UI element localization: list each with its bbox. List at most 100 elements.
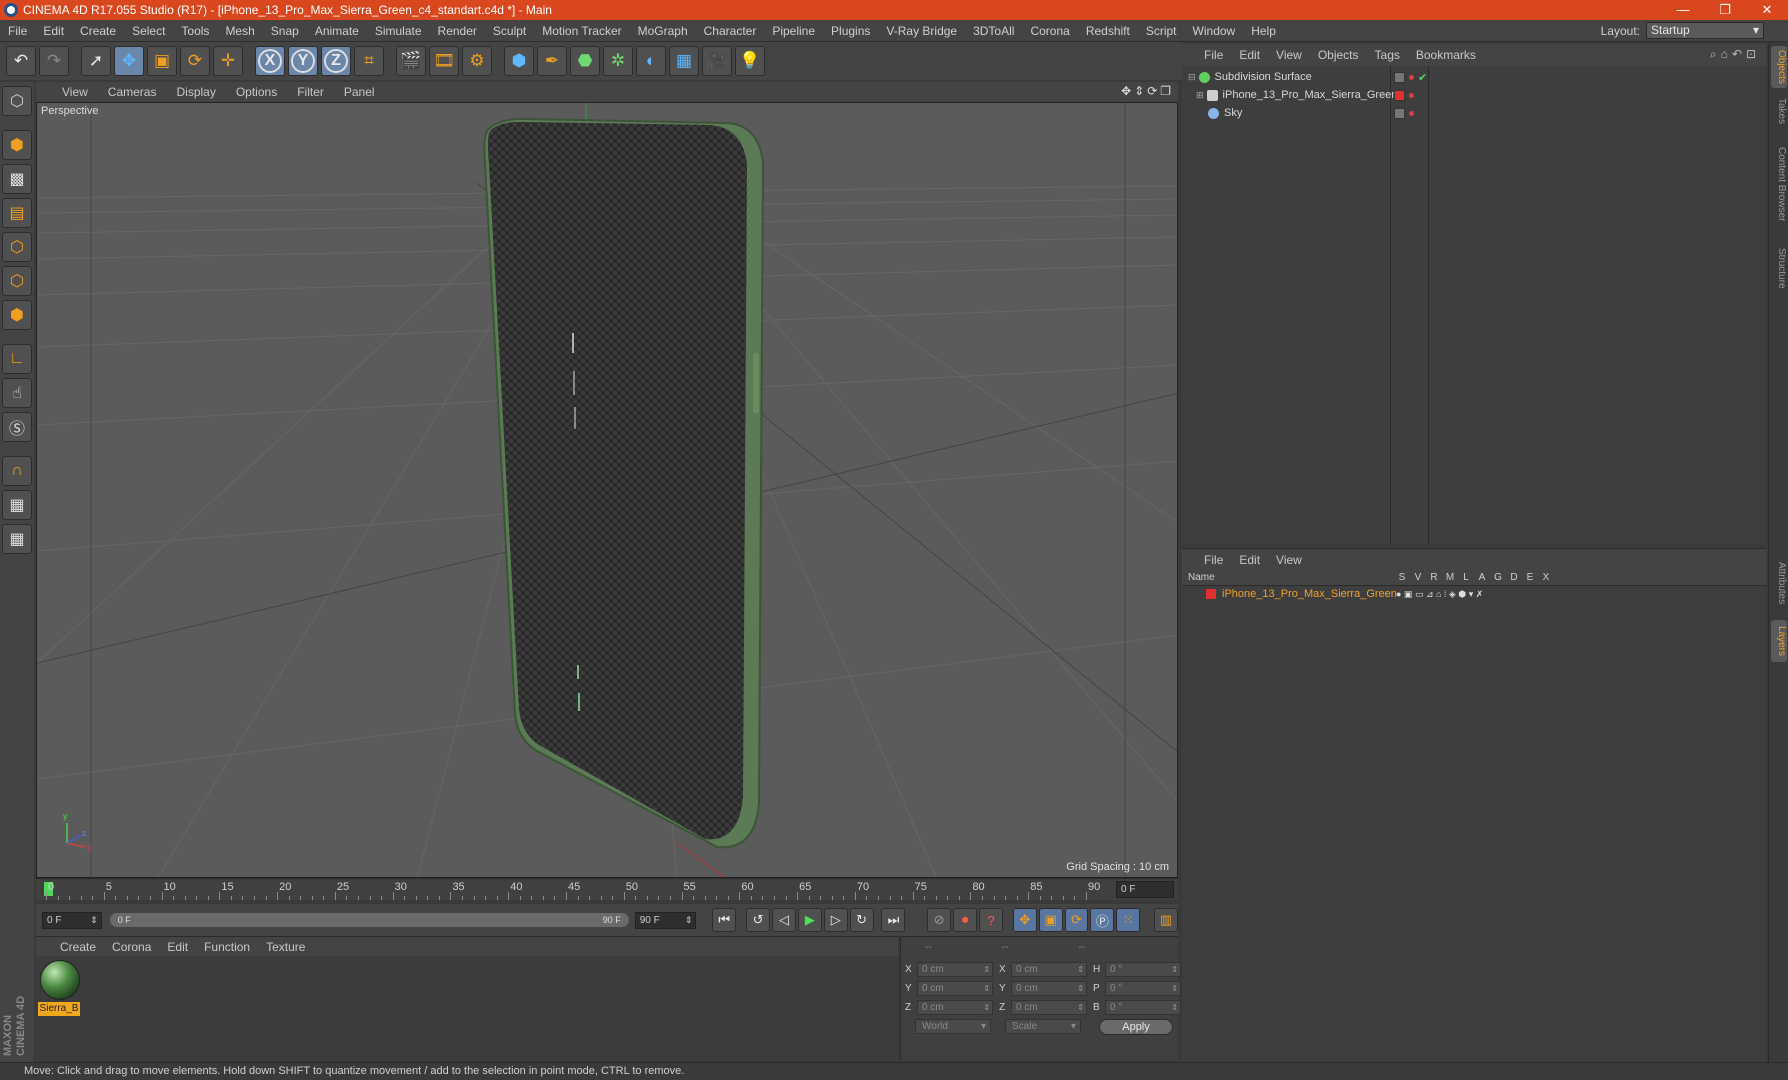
- menu-motion-tracker[interactable]: Motion Tracker: [534, 24, 629, 38]
- layer-row[interactable]: iPhone_13_Pro_Max_Sierra_Green ● ▣ ▭ ⊿ ⌂…: [1182, 586, 1766, 602]
- redo-icon[interactable]: ↷: [39, 46, 69, 76]
- restore-button[interactable]: ❐: [1704, 0, 1746, 20]
- render-picture-queue-icon[interactable]: 🎞: [429, 46, 459, 76]
- menu-plugins[interactable]: Plugins: [823, 24, 878, 38]
- object-row-iphone[interactable]: ⊞ iPhone_13_Pro_Max_Sierra_Green: [1182, 86, 1766, 104]
- workplane-icon[interactable]: ▦: [2, 524, 32, 554]
- viewport-menu-view[interactable]: View: [36, 85, 98, 99]
- objects-menu-edit[interactable]: Edit: [1231, 48, 1268, 62]
- menu-select[interactable]: Select: [124, 24, 173, 38]
- menu-edit[interactable]: Edit: [35, 24, 72, 38]
- material-preview[interactable]: [40, 960, 80, 1000]
- previous-frame-icon[interactable]: ◁: [772, 908, 796, 932]
- layers-menu-edit[interactable]: Edit: [1231, 553, 1268, 567]
- position-y-field[interactable]: 0 cm: [917, 981, 993, 996]
- menu-sculpt[interactable]: Sculpt: [485, 24, 534, 38]
- deformer-icon[interactable]: ◐: [636, 46, 666, 76]
- viewport-menu-cameras[interactable]: Cameras: [98, 85, 167, 99]
- y-axis-icon[interactable]: Y: [288, 46, 318, 76]
- material-menu-edit[interactable]: Edit: [159, 940, 196, 954]
- array-icon[interactable]: ✲: [603, 46, 633, 76]
- start-frame-field[interactable]: 0 F: [42, 911, 102, 929]
- menu-vray-bridge[interactable]: V-Ray Bridge: [878, 24, 965, 38]
- viewport-menu-options[interactable]: Options: [226, 85, 287, 99]
- objects-menu-file[interactable]: File: [1182, 48, 1231, 62]
- tag-icon[interactable]: [1394, 107, 1405, 119]
- menu-snap[interactable]: Snap: [263, 24, 307, 38]
- tab-attributes[interactable]: Attributes: [1771, 552, 1787, 614]
- menu-mesh[interactable]: Mesh: [217, 24, 262, 38]
- key-pla-icon[interactable]: ⁙: [1116, 908, 1141, 932]
- points-mode-icon[interactable]: ⬡: [2, 232, 32, 262]
- next-key-icon[interactable]: ↻: [849, 908, 874, 932]
- rotation-b-field[interactable]: 0 °: [1105, 1000, 1181, 1015]
- axis-mode-icon[interactable]: ∟: [2, 344, 32, 374]
- rotation-p-field[interactable]: 0 °: [1105, 981, 1181, 996]
- render-settings-icon[interactable]: ⚙: [462, 46, 492, 76]
- tab-layers[interactable]: Layers: [1771, 620, 1787, 662]
- object-row-sky[interactable]: Sky: [1182, 104, 1766, 122]
- menu-tools[interactable]: Tools: [173, 24, 217, 38]
- objects-menu-objects[interactable]: Objects: [1310, 48, 1367, 62]
- key-parameter-icon[interactable]: Ⓟ: [1090, 908, 1115, 932]
- edges-mode-icon[interactable]: ⬡: [2, 266, 32, 296]
- layer-toggle-icons[interactable]: ● ▣ ▭ ⊿ ⌂ ⁞ ◈ ⬢ ▾ ✗: [1396, 589, 1483, 600]
- object-manager-search-icons[interactable]: ⌕⌂↶⊡: [1710, 47, 1760, 62]
- objects-menu-tags[interactable]: Tags: [1367, 48, 1408, 62]
- workplane-mode-icon[interactable]: ▤: [2, 198, 32, 228]
- menu-simulate[interactable]: Simulate: [367, 24, 430, 38]
- coords-type-select[interactable]: Scale: [1005, 1019, 1081, 1034]
- tab-objects[interactable]: Objects: [1771, 46, 1787, 88]
- menu-render[interactable]: Render: [430, 24, 485, 38]
- previous-key-icon[interactable]: ↺: [746, 908, 771, 932]
- next-frame-icon[interactable]: ▷: [823, 908, 848, 932]
- play-icon[interactable]: ▶: [797, 908, 822, 932]
- camera-icon[interactable]: 🎥: [702, 46, 732, 76]
- size-y-field[interactable]: 0 cm: [1011, 981, 1087, 996]
- visibility-dot[interactable]: [1409, 74, 1414, 80]
- live-move-icon[interactable]: ✛: [213, 46, 243, 76]
- layers-menu-file[interactable]: File: [1182, 553, 1231, 567]
- coords-mode-select[interactable]: World: [915, 1019, 991, 1034]
- render-view-icon[interactable]: 🎬: [396, 46, 426, 76]
- preview-range-slider[interactable]: 0 F 90 F: [109, 913, 629, 927]
- layout-select[interactable]: Startup: [1646, 22, 1764, 39]
- light-icon[interactable]: 💡: [735, 46, 765, 76]
- menu-file[interactable]: File: [0, 24, 35, 38]
- layers-menu-view[interactable]: View: [1268, 553, 1310, 567]
- key-position-icon[interactable]: ✥: [1012, 908, 1037, 932]
- viewport-menu-display[interactable]: Display: [166, 85, 225, 99]
- scale-icon[interactable]: ▣: [147, 46, 177, 76]
- key-rotation-icon[interactable]: ⟳: [1064, 908, 1089, 932]
- menu-help[interactable]: Help: [1243, 24, 1284, 38]
- tweak-mode-icon[interactable]: ☝: [2, 378, 32, 408]
- end-frame-field[interactable]: 90 F: [634, 911, 697, 929]
- visibility-dot[interactable]: [1409, 92, 1414, 98]
- magnet-icon[interactable]: ∩: [2, 456, 32, 486]
- tab-content-browser[interactable]: Content Browser: [1771, 134, 1787, 234]
- object-name[interactable]: Sky: [1224, 107, 1242, 119]
- menu-animate[interactable]: Animate: [307, 24, 367, 38]
- keyframe-selection-icon[interactable]: ?: [979, 908, 1003, 932]
- position-z-field[interactable]: 0 cm: [917, 1000, 993, 1015]
- objects-menu-bookmarks[interactable]: Bookmarks: [1408, 48, 1484, 62]
- record-keys-icon[interactable]: ⊘: [927, 908, 952, 932]
- apply-button[interactable]: Apply: [1099, 1019, 1173, 1035]
- objects-menu-view[interactable]: View: [1268, 48, 1310, 62]
- enabled-check-icon[interactable]: ✔: [1418, 71, 1427, 84]
- viewport-menu-filter[interactable]: Filter: [287, 85, 334, 99]
- tag-icon[interactable]: [1394, 71, 1405, 83]
- layer-color-icon[interactable]: [1394, 89, 1405, 101]
- position-x-field[interactable]: 0 cm: [917, 962, 993, 977]
- model-mode-icon[interactable]: ⬢: [2, 130, 32, 160]
- menu-character[interactable]: Character: [696, 24, 765, 38]
- snap-icon[interactable]: Ⓢ: [2, 412, 32, 442]
- object-name[interactable]: Subdivision Surface: [1215, 71, 1312, 83]
- viewport-nav-icons[interactable]: ✥⇕⟳❐: [1121, 84, 1174, 98]
- move-icon[interactable]: ✥: [114, 46, 144, 76]
- layer-name[interactable]: iPhone_13_Pro_Max_Sierra_Green: [1222, 588, 1397, 600]
- make-editable-icon[interactable]: ⬡: [2, 86, 32, 116]
- timeline-current-frame[interactable]: 0 F: [1116, 881, 1174, 898]
- floor-icon[interactable]: ▦: [669, 46, 699, 76]
- rotate-icon[interactable]: ⟳: [180, 46, 210, 76]
